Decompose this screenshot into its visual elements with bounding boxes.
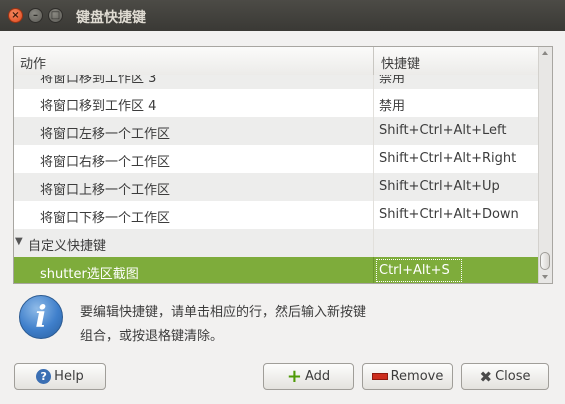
row-shortcut[interactable]: Shift+Ctrl+Alt+Left xyxy=(379,123,506,138)
cell-divider xyxy=(373,201,374,229)
add-button-label: Add xyxy=(304,369,331,384)
remove-button[interactable]: Remove xyxy=(362,363,453,390)
table-row[interactable]: 将窗口移到工作区 4 禁用 xyxy=(14,89,540,117)
table-row[interactable]: 将窗口下移一个工作区 Shift+Ctrl+Alt+Down xyxy=(14,201,540,229)
close-icon: ✖ xyxy=(479,367,493,386)
cell-divider xyxy=(373,117,374,145)
scroll-down-icon[interactable] xyxy=(542,275,548,279)
row-shortcut[interactable]: Shift+Ctrl+Alt+Down xyxy=(379,207,519,222)
column-header-shortcut[interactable]: 快捷键 xyxy=(381,53,420,72)
window-close-icon[interactable]: × xyxy=(8,8,23,23)
shortcuts-table: 动作 快捷键 将窗口移到工作区 3 禁用 将窗口移到工作区 4 禁用 将窗口左移… xyxy=(13,46,553,284)
info-icon: i xyxy=(19,295,63,339)
help-icon: ? xyxy=(36,369,52,384)
column-header-action[interactable]: 动作 xyxy=(20,53,46,72)
row-shortcut[interactable]: Shift+Ctrl+Alt+Right xyxy=(379,151,516,166)
column-separator xyxy=(373,47,374,75)
row-action: 将窗口移到工作区 4 xyxy=(40,99,157,114)
table-header: 动作 快捷键 xyxy=(14,47,540,76)
cell-divider xyxy=(373,89,374,117)
table-row[interactable]: 将窗口右移一个工作区 Shift+Ctrl+Alt+Right xyxy=(14,145,540,173)
scrollbar-thumb[interactable] xyxy=(540,252,550,270)
table-row[interactable]: 将窗口上移一个工作区 Shift+Ctrl+Alt+Up xyxy=(14,173,540,201)
cell-divider xyxy=(373,229,374,257)
help-button[interactable]: ? Help xyxy=(14,363,106,390)
row-shortcut[interactable]: Ctrl+Alt+S xyxy=(379,263,450,278)
cell-divider xyxy=(373,257,374,283)
scroll-up-icon[interactable] xyxy=(542,51,548,55)
row-shortcut[interactable]: 禁用 xyxy=(379,75,405,86)
vertical-scrollbar[interactable] xyxy=(538,47,552,283)
table-row[interactable]: 将窗口左移一个工作区 Shift+Ctrl+Alt+Left xyxy=(14,117,540,145)
cell-divider xyxy=(373,75,374,89)
cell-divider xyxy=(373,173,374,201)
table-row-selected[interactable]: shutter选区截图 Ctrl+Alt+S xyxy=(14,257,540,283)
remove-button-label: Remove xyxy=(390,369,444,384)
plus-icon: + xyxy=(286,365,302,387)
window-minimize-icon[interactable]: – xyxy=(28,8,43,23)
row-shortcut[interactable]: Shift+Ctrl+Alt+Up xyxy=(379,179,500,194)
row-action: 将窗口下移一个工作区 xyxy=(40,211,171,226)
cell-divider xyxy=(373,145,374,173)
info-line-1: 要编辑快捷键，请单击相应的行，然后输入新按键 xyxy=(80,305,367,320)
title-bar: × – □ 键盘快捷键 xyxy=(0,0,565,31)
info-message: 要编辑快捷键，请单击相应的行，然后输入新按键 组合，或按退格键清除。 xyxy=(80,301,440,349)
table-row[interactable]: 将窗口移到工作区 3 禁用 xyxy=(14,75,540,89)
row-action: 将窗口右移一个工作区 xyxy=(40,155,171,170)
row-action: 将窗口上移一个工作区 xyxy=(40,183,171,198)
row-action: 将窗口左移一个工作区 xyxy=(40,127,171,142)
minus-icon xyxy=(371,373,388,380)
row-action: shutter选区截图 xyxy=(40,267,139,282)
table-body: 将窗口移到工作区 3 禁用 将窗口移到工作区 4 禁用 将窗口左移一个工作区 S… xyxy=(14,75,540,283)
close-button-label: Close xyxy=(495,369,531,384)
row-action: 将窗口移到工作区 3 xyxy=(40,75,157,86)
group-label: 自定义快捷键 xyxy=(28,239,107,254)
add-button[interactable]: + Add xyxy=(263,363,354,390)
row-shortcut[interactable]: 禁用 xyxy=(379,95,405,114)
info-line-2: 组合，或按退格键清除。 xyxy=(80,329,224,344)
window-title: 键盘快捷键 xyxy=(76,10,146,26)
window-maximize-icon[interactable]: □ xyxy=(48,8,63,23)
table-group-row[interactable]: ▼ 自定义快捷键 xyxy=(14,229,540,257)
help-button-label: Help xyxy=(54,369,84,384)
close-button[interactable]: ✖ Close xyxy=(461,363,549,390)
expander-triangle-icon[interactable]: ▼ xyxy=(15,236,23,247)
